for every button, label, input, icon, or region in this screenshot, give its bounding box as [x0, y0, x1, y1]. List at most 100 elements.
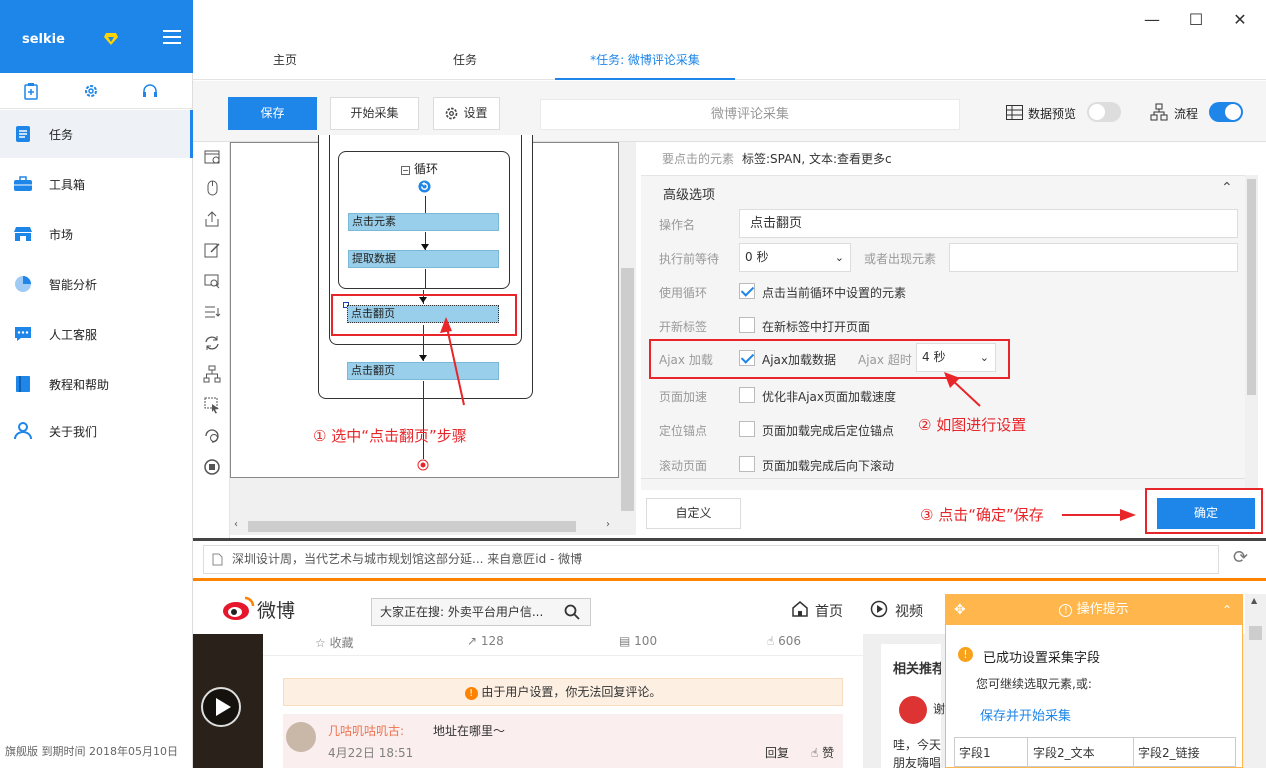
- op-name-input[interactable]: 点击翻页: [739, 209, 1238, 238]
- play-icon[interactable]: [200, 686, 242, 728]
- comment-like[interactable]: ☝ 赞: [811, 744, 834, 761]
- speed-checkbox[interactable]: [739, 387, 755, 403]
- clipboard-add-icon[interactable]: [22, 82, 40, 100]
- flow-canvas[interactable]: − 循环 点击元素 提取数据 点击翻页 点击翻页 ① 选中“点击翻页”步骤: [230, 135, 619, 478]
- scroll-checkbox[interactable]: [739, 456, 755, 472]
- hamburger-menu-icon[interactable]: [163, 30, 181, 44]
- wait-select[interactable]: 0 秒 ⌄: [739, 243, 851, 272]
- save-button[interactable]: 保存: [228, 97, 317, 130]
- use-loop-checkbox[interactable]: [739, 283, 755, 299]
- avatar[interactable]: [899, 696, 927, 724]
- list-sort-icon[interactable]: [203, 303, 221, 321]
- video-icon[interactable]: [870, 600, 888, 618]
- start-collect-button[interactable]: 开始采集: [330, 97, 419, 130]
- collapse-icon[interactable]: −: [401, 166, 410, 175]
- headset-icon[interactable]: [141, 82, 159, 100]
- favorite-button[interactable]: ☆ 收藏: [315, 634, 354, 651]
- flow-toggle[interactable]: [1209, 102, 1243, 122]
- settings-button[interactable]: 设置: [433, 97, 500, 130]
- step-extract-data[interactable]: 提取数据: [348, 250, 499, 268]
- scroll-label: 滚动页面: [659, 459, 708, 473]
- url-input[interactable]: 深圳设计周，当代艺术与城市规划馆这部分延... 来自意匠id - 微博: [203, 545, 1219, 574]
- weibo-search-input[interactable]: 大家正在搜: 外卖平台用户信...: [371, 598, 591, 626]
- toolbar: 保存 开始采集 设置 微博评论采集 数据预览 流程: [193, 81, 1266, 142]
- sidebar-item-label: 关于我们: [49, 424, 98, 439]
- canvas-horizontal-scrollbar[interactable]: ‹ ›: [230, 518, 636, 535]
- commenter-name[interactable]: 几咕叽咕叽古:: [328, 722, 404, 739]
- sidebar: selkie 任务 工具箱 市场 智能分析 人工客服 教程和帮助 关于我们 旗舰…: [0, 0, 193, 768]
- maximize-icon[interactable]: ☐: [1184, 10, 1208, 29]
- weibo-search-text: 大家正在搜: 外卖平台用户信...: [380, 605, 544, 619]
- upload-icon[interactable]: [203, 210, 221, 228]
- canvas-vertical-scrollbar[interactable]: [619, 142, 636, 518]
- sidebar-item-label: 市场: [49, 227, 74, 242]
- sidebar-item-about[interactable]: 关于我们: [0, 407, 193, 455]
- stop-icon[interactable]: [203, 458, 221, 476]
- post-action-bar: ☆ 收藏 ↗ 128 ▤ 100 ☝ 606: [263, 634, 863, 656]
- tab-tasks[interactable]: 任务: [421, 44, 509, 80]
- video-thumbnail[interactable]: [193, 634, 263, 768]
- annotation-1-text: ① 选中“点击翻页”步骤: [313, 427, 467, 445]
- comment-time: 4月22日 18:51: [328, 746, 414, 760]
- data-preview-toggle[interactable]: [1087, 102, 1121, 122]
- annotation-arrow-3: [1062, 509, 1136, 521]
- loop-icon[interactable]: [203, 334, 221, 352]
- sidebar-item-market[interactable]: 市场: [0, 210, 193, 258]
- refresh-icon[interactable]: ⟳: [1233, 547, 1248, 568]
- mouse-click-icon[interactable]: [203, 179, 221, 197]
- sidebar-item-service[interactable]: 人工客服: [0, 310, 193, 358]
- scroll-right-icon[interactable]: ›: [606, 519, 610, 530]
- tip-header[interactable]: ✥ ! 操作提示 ⌃: [946, 595, 1242, 625]
- table-icon: [1006, 105, 1023, 120]
- select-pointer-icon[interactable]: [203, 396, 221, 414]
- ok-button[interactable]: 确定: [1157, 498, 1255, 529]
- extract-data-icon[interactable]: [203, 272, 221, 290]
- new-tab-checkbox[interactable]: [739, 317, 755, 333]
- sidebar-item-analysis[interactable]: 智能分析: [0, 260, 193, 308]
- related-snippet-1: 谢: [933, 702, 946, 716]
- weibo-nav-video[interactable]: 视频: [895, 601, 923, 621]
- sidebar-item-help[interactable]: 教程和帮助: [0, 360, 193, 408]
- anchor-checkbox[interactable]: [739, 421, 755, 437]
- task-title-field[interactable]: 微博评论采集: [540, 99, 960, 130]
- weibo-post: ☆ 收藏 ↗ 128 ▤ 100 ☝ 606 ! 由于用户设置，你无法回复评论。…: [263, 634, 863, 768]
- chevron-up-icon[interactable]: ⌃: [1221, 180, 1233, 196]
- custom-button[interactable]: 自定义: [646, 498, 741, 529]
- comment-button[interactable]: ▤ 100: [619, 634, 657, 648]
- sidebar-item-toolbox[interactable]: 工具箱: [0, 160, 193, 208]
- gear-icon[interactable]: [82, 82, 100, 100]
- loop-box[interactable]: − 循环 点击元素 提取数据: [338, 151, 510, 289]
- switch-icon[interactable]: [203, 427, 221, 445]
- home-icon[interactable]: [791, 600, 809, 618]
- move-icon[interactable]: ✥: [954, 595, 966, 625]
- step-click-next-page[interactable]: 点击翻页: [347, 362, 499, 380]
- tab-home[interactable]: 主页: [241, 44, 329, 80]
- avatar[interactable]: [286, 722, 316, 752]
- search-icon[interactable]: [564, 604, 580, 620]
- close-icon[interactable]: ✕: [1228, 10, 1252, 29]
- step-click-element[interactable]: 点击元素: [348, 213, 499, 231]
- like-button[interactable]: ☝ 606: [767, 634, 801, 648]
- props-scrollbar[interactable]: [1245, 175, 1258, 490]
- sidebar-item-task[interactable]: 任务: [0, 110, 193, 158]
- new-tab-label: 开新标签: [659, 320, 708, 334]
- operation-tip-panel: ✥ ! 操作提示 ⌃ ! 已成功设置采集字段 您可继续选取元素,或: 保存并开始…: [945, 594, 1243, 768]
- branch-icon[interactable]: [203, 365, 221, 383]
- collapse-up-icon[interactable]: ⌃: [1222, 595, 1232, 625]
- repost-button[interactable]: ↗ 128: [467, 634, 504, 648]
- minimize-icon[interactable]: —: [1140, 10, 1164, 29]
- reply-link[interactable]: 回复: [765, 744, 789, 761]
- weibo-nav-home[interactable]: 首页: [815, 601, 843, 621]
- browser-scrollbar[interactable]: ▲: [1245, 594, 1266, 768]
- properties-panel: 要点击的元素 标签:SPAN, 文本:查看更多c 高级选项 ⌃ 操作名 点击翻页…: [637, 142, 1266, 538]
- advanced-options-header[interactable]: 高级选项 ⌃: [641, 175, 1245, 206]
- edit-icon[interactable]: [203, 241, 221, 259]
- highlight-step-box: [331, 294, 517, 336]
- pie-chart-icon: [13, 274, 33, 294]
- save-and-start-link[interactable]: 保存并开始采集: [980, 705, 1071, 724]
- username: selkie: [22, 32, 65, 47]
- scroll-left-icon[interactable]: ‹: [234, 519, 238, 530]
- open-page-icon[interactable]: [203, 148, 221, 166]
- appear-element-input[interactable]: [949, 243, 1238, 272]
- tab-weibo-task[interactable]: *任务: 微博评论采集: [555, 44, 735, 80]
